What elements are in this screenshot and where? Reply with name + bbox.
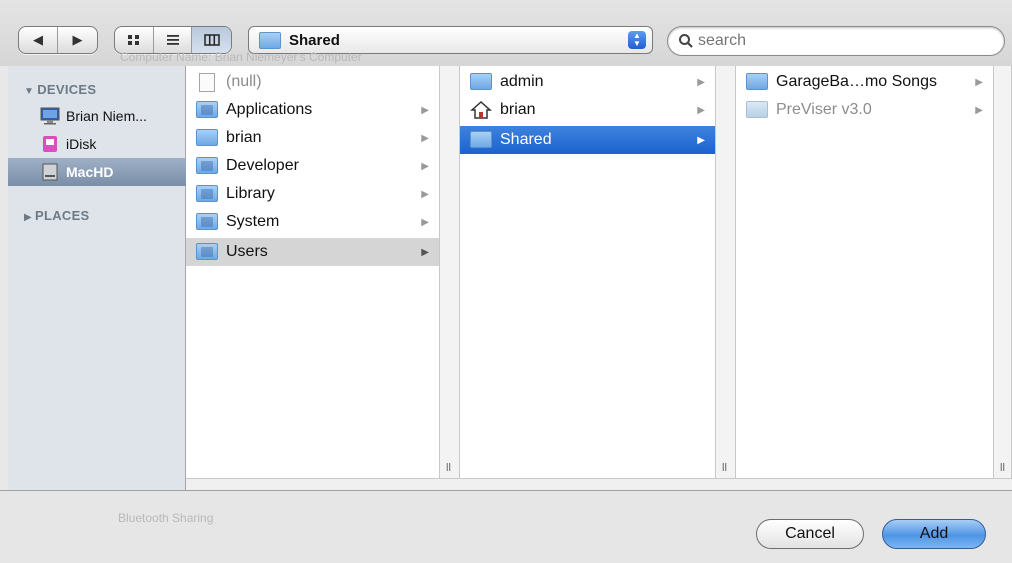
background-window-text: Computer Name: Brian Niemeyer's Computer bbox=[120, 50, 362, 64]
list-view-icon bbox=[166, 35, 179, 45]
item-label: Shared bbox=[500, 131, 552, 148]
disclosure-arrow-icon: ▶ bbox=[697, 134, 705, 146]
column-resize-gutter[interactable]: ll bbox=[440, 66, 460, 478]
item-label: GarageBa…mo Songs bbox=[776, 73, 937, 90]
column-resize-handle-icon[interactable]: ll bbox=[446, 462, 451, 474]
browser-column-users: admin ▶ brian ▶ Shared ▶ bbox=[460, 66, 716, 478]
folder-icon bbox=[470, 131, 492, 149]
section-title-devices: DEVICES bbox=[37, 82, 97, 97]
disclosure-triangle-open-icon: ▼ bbox=[24, 86, 35, 97]
item-label: (null) bbox=[226, 73, 262, 90]
background-window-text: Bluetooth Sharing bbox=[118, 511, 214, 525]
disclosure-arrow-icon: ▶ bbox=[697, 104, 705, 116]
add-button[interactable]: Add bbox=[882, 519, 986, 549]
document-icon bbox=[196, 73, 218, 92]
list-item[interactable]: PreViser v3.0 ▶ bbox=[736, 96, 993, 124]
section-title-places: PLACES bbox=[35, 208, 90, 223]
disclosure-triangle-closed-icon: ▶ bbox=[24, 212, 32, 223]
item-label: brian bbox=[500, 101, 536, 118]
list-item[interactable]: brian ▶ bbox=[460, 96, 715, 124]
toolbar: ◀ ▶ Shared ▲▼ Computer Name: Brian Nieme… bbox=[0, 0, 1012, 66]
list-item[interactable]: brian ▶ bbox=[186, 124, 439, 152]
sidebar-section-places[interactable]: ▶ PLACES bbox=[24, 208, 90, 223]
computer-icon bbox=[40, 107, 60, 125]
item-label: admin bbox=[500, 73, 544, 90]
popup-stepper-icon: ▲ ▼ bbox=[628, 31, 646, 49]
idisk-icon bbox=[40, 135, 60, 153]
folder-icon bbox=[196, 129, 218, 147]
disclosure-arrow-icon: ▶ bbox=[421, 188, 429, 200]
back-arrow-icon: ◀ bbox=[33, 32, 43, 47]
path-popup-label: Shared bbox=[289, 31, 340, 49]
list-item-selected[interactable]: Users ▶ bbox=[186, 238, 439, 266]
disclosure-arrow-icon: ▶ bbox=[421, 104, 429, 116]
navigation-segmented-control: ◀ ▶ bbox=[18, 26, 98, 54]
folder-applications-icon bbox=[196, 101, 218, 119]
list-item[interactable]: admin ▶ bbox=[460, 68, 715, 96]
search-icon bbox=[679, 34, 693, 48]
sidebar: ▼ DEVICES Brian Niem... iDisk MacHD ▶ PLAC… bbox=[8, 66, 186, 490]
sidebar-item-idisk[interactable]: iDisk bbox=[8, 130, 186, 158]
hard-drive-icon bbox=[40, 163, 60, 181]
sidebar-item-label: MacHD bbox=[66, 164, 114, 180]
list-item[interactable]: GarageBa…mo Songs ▶ bbox=[736, 68, 993, 96]
sidebar-item-label: iDisk bbox=[66, 136, 97, 152]
sidebar-section-devices[interactable]: ▼ DEVICES bbox=[24, 82, 96, 97]
column-view-icon bbox=[203, 34, 220, 46]
folder-icon bbox=[259, 31, 281, 49]
disclosure-arrow-icon: ▶ bbox=[975, 104, 983, 116]
item-label: Library bbox=[226, 185, 275, 202]
browser-column-root: (null) Applications ▶ brian ▶ Developer … bbox=[186, 66, 440, 478]
folder-users-icon bbox=[196, 243, 218, 261]
disclosure-arrow-icon: ▶ bbox=[421, 246, 429, 258]
search-input[interactable] bbox=[698, 32, 978, 50]
disclosure-arrow-icon: ▶ bbox=[421, 160, 429, 172]
item-label: Users bbox=[226, 243, 268, 260]
column-resize-handle-icon[interactable]: ll bbox=[722, 462, 727, 474]
folder-icon bbox=[470, 73, 492, 91]
forward-button[interactable]: ▶ bbox=[58, 27, 97, 53]
back-button[interactable]: ◀ bbox=[19, 27, 59, 53]
icon-view-icon bbox=[127, 35, 139, 45]
item-label: Applications bbox=[226, 101, 313, 118]
list-item[interactable]: Library ▶ bbox=[186, 180, 439, 208]
item-label: PreViser v3.0 bbox=[776, 101, 872, 118]
column-resize-gutter[interactable]: ll bbox=[716, 66, 736, 478]
column-resize-gutter[interactable]: ll bbox=[994, 66, 1012, 478]
folder-icon bbox=[746, 73, 768, 91]
list-item[interactable]: System ▶ bbox=[186, 208, 439, 236]
folder-icon bbox=[746, 101, 768, 119]
list-item[interactable]: Developer ▶ bbox=[186, 152, 439, 180]
sidebar-item-machd[interactable]: MacHD bbox=[8, 158, 186, 186]
column-resize-handle-icon[interactable]: ll bbox=[1000, 462, 1005, 474]
list-item[interactable]: Applications ▶ bbox=[186, 96, 439, 124]
folder-library-icon bbox=[196, 185, 218, 203]
sidebar-item-label: Brian Niem... bbox=[66, 108, 147, 124]
item-label: brian bbox=[226, 129, 262, 146]
dialog-button-bar: Bluetooth Sharing Cancel Add bbox=[0, 490, 1012, 563]
disclosure-arrow-icon: ▶ bbox=[697, 76, 705, 88]
sidebar-item-computer[interactable]: Brian Niem... bbox=[8, 102, 186, 130]
list-item-selected[interactable]: Shared ▶ bbox=[460, 126, 715, 154]
forward-arrow-icon: ▶ bbox=[72, 32, 83, 47]
folder-developer-icon bbox=[196, 157, 218, 175]
disclosure-arrow-icon: ▶ bbox=[421, 216, 429, 228]
disclosure-arrow-icon: ▶ bbox=[421, 132, 429, 144]
list-item[interactable]: (null) bbox=[186, 68, 439, 96]
horizontal-scrollbar[interactable] bbox=[186, 478, 1012, 490]
browser-column-shared: GarageBa…mo Songs ▶ PreViser v3.0 ▶ bbox=[736, 66, 994, 478]
item-label: Developer bbox=[226, 157, 299, 174]
disclosure-arrow-icon: ▶ bbox=[975, 76, 983, 88]
search-field[interactable] bbox=[667, 26, 1005, 56]
folder-system-icon bbox=[196, 213, 218, 231]
cancel-button[interactable]: Cancel bbox=[756, 519, 864, 549]
item-label: System bbox=[226, 213, 280, 230]
home-icon bbox=[470, 100, 492, 119]
